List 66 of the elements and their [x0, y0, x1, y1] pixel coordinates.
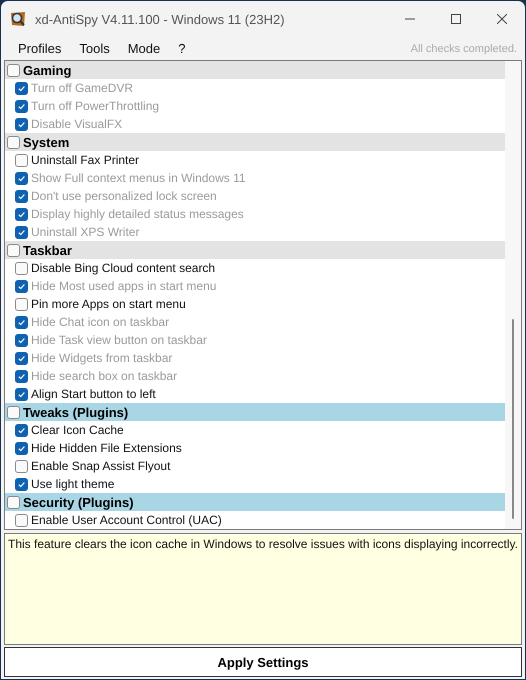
group-label: Gaming [23, 62, 72, 78]
setting-checkbox[interactable] [15, 82, 28, 95]
checkmark-icon [17, 282, 26, 291]
menu-item[interactable]: ? [169, 41, 194, 56]
setting-label: Uninstall XPS Writer [31, 225, 140, 240]
setting-checkbox[interactable] [15, 460, 28, 473]
setting-label: Enable User Account Control (UAC) [31, 513, 222, 528]
menu-item[interactable]: Mode [118, 41, 170, 56]
setting-checkbox[interactable] [15, 280, 28, 293]
setting-label: Turn off PowerThrottling [31, 99, 160, 114]
setting-checkbox[interactable] [15, 208, 28, 221]
setting-label: Use light theme [31, 477, 114, 492]
setting-label: Hide Chat icon on taskbar [31, 315, 170, 330]
group-checkbox[interactable] [7, 244, 20, 257]
setting-checkbox[interactable] [15, 388, 28, 401]
maximize-icon [451, 14, 461, 24]
setting-label: Show Full context menus in Windows 11 [31, 171, 246, 186]
setting-checkbox[interactable] [15, 478, 28, 491]
setting-label: Enable Snap Assist Flyout [31, 459, 170, 474]
setting-checkbox[interactable] [15, 172, 28, 185]
setting-label: Uninstall Fax Printer [31, 153, 140, 168]
setting-checkbox[interactable] [15, 352, 28, 365]
group-label: Security (Plugins) [23, 494, 134, 510]
group-label: System [23, 134, 70, 150]
apply-settings-button[interactable]: Apply Settings [4, 647, 522, 678]
group-label: Taskbar [23, 242, 72, 258]
setting-label: Disable VisualFX [31, 117, 122, 132]
setting-checkbox[interactable] [15, 370, 28, 383]
setting-checkbox[interactable] [15, 226, 28, 239]
group-checkbox[interactable] [7, 406, 20, 419]
setting-label: Hide search box on taskbar [31, 369, 178, 384]
setting-checkbox[interactable] [15, 424, 28, 437]
setting-checkbox[interactable] [15, 100, 28, 113]
description-text: This feature clears the icon cache in Windows to resolve issues with icons displaying incorrectly. [4, 533, 522, 646]
menu-item[interactable]: Profiles [9, 41, 70, 56]
close-icon [497, 14, 507, 24]
setting-label: Clear Icon Cache [31, 423, 124, 438]
setting-checkbox[interactable] [15, 514, 28, 527]
group-checkbox[interactable] [7, 64, 20, 77]
group-checkbox[interactable] [7, 136, 20, 149]
scrollbar-thumb[interactable] [512, 319, 514, 520]
setting-label: Don't use personalized lock screen [31, 189, 217, 204]
setting-label: Align Start button to left [31, 387, 156, 402]
setting-label: Hide Widgets from taskbar [31, 351, 172, 366]
setting-checkbox[interactable] [15, 298, 28, 311]
window-title: xd-AntiSpy V4.11.100 - Windows 11 (23H2) [35, 12, 286, 26]
setting-label: Disable Bing Cloud content search [31, 261, 216, 276]
group-checkbox[interactable] [7, 496, 20, 509]
setting-label: Hide Hidden File Extensions [31, 441, 182, 456]
setting-checkbox[interactable] [15, 334, 28, 347]
setting-label: Hide Most used apps in start menu [31, 279, 216, 294]
setting-checkbox[interactable] [15, 118, 28, 131]
group-label: Tweaks (Plugins) [23, 404, 128, 420]
setting-checkbox[interactable] [15, 316, 28, 329]
setting-label: Turn off GameDVR [31, 81, 134, 96]
setting-label: Hide Task view button on taskbar [31, 333, 207, 348]
setting-checkbox[interactable] [15, 190, 28, 203]
setting-checkbox[interactable] [15, 154, 28, 167]
menu-item[interactable]: Tools [70, 41, 119, 56]
status-text: All checks completed. [410, 42, 517, 55]
setting-label: Pin more Apps on start menu [31, 297, 186, 312]
setting-checkbox[interactable] [15, 442, 28, 455]
magnifier-logo-icon [9, 10, 27, 28]
setting-checkbox[interactable] [15, 262, 28, 275]
checkmark-icon [17, 480, 26, 489]
setting-label: Display highly detailed status messages [31, 207, 244, 222]
